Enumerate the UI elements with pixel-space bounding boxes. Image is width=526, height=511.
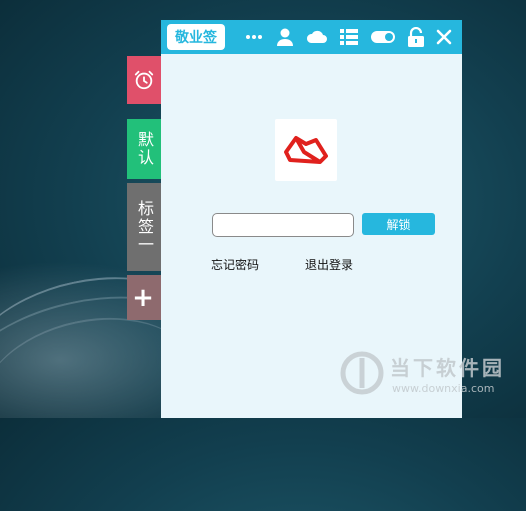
tab-note-1[interactable]: 标签一 xyxy=(127,183,161,271)
add-tab-button[interactable]: + xyxy=(127,275,161,320)
app-logo xyxy=(275,119,337,181)
lock-icon[interactable] xyxy=(407,27,425,47)
app-brand: 敬业签 xyxy=(167,24,225,50)
app-logo-icon xyxy=(284,136,328,164)
toggle-icon[interactable] xyxy=(370,27,396,47)
toolbar xyxy=(244,27,456,47)
watermark-url: www.downxia.com xyxy=(392,382,495,395)
tab-default[interactable]: 默认 xyxy=(127,119,161,179)
close-icon[interactable] xyxy=(436,29,452,45)
plus-icon: + xyxy=(132,282,156,313)
tab-note-1-label: 标签一 xyxy=(135,200,154,254)
alarm-tab[interactable] xyxy=(127,56,161,104)
forgot-password-link[interactable]: 忘记密码 xyxy=(211,256,259,273)
more-icon[interactable] xyxy=(244,27,264,47)
tab-default-label: 默认 xyxy=(135,131,154,167)
password-input[interactable] xyxy=(212,213,354,237)
alarm-clock-icon xyxy=(134,70,154,90)
title-bar: 敬业签 xyxy=(161,20,462,54)
cloud-icon[interactable] xyxy=(306,27,328,47)
user-icon[interactable] xyxy=(275,27,295,47)
logout-link[interactable]: 退出登录 xyxy=(305,256,353,273)
unlock-button[interactable]: 解锁 xyxy=(362,213,435,235)
watermark-name: 当下软件园 xyxy=(390,356,505,380)
watermark-logo xyxy=(340,351,384,395)
list-icon[interactable] xyxy=(339,27,359,47)
